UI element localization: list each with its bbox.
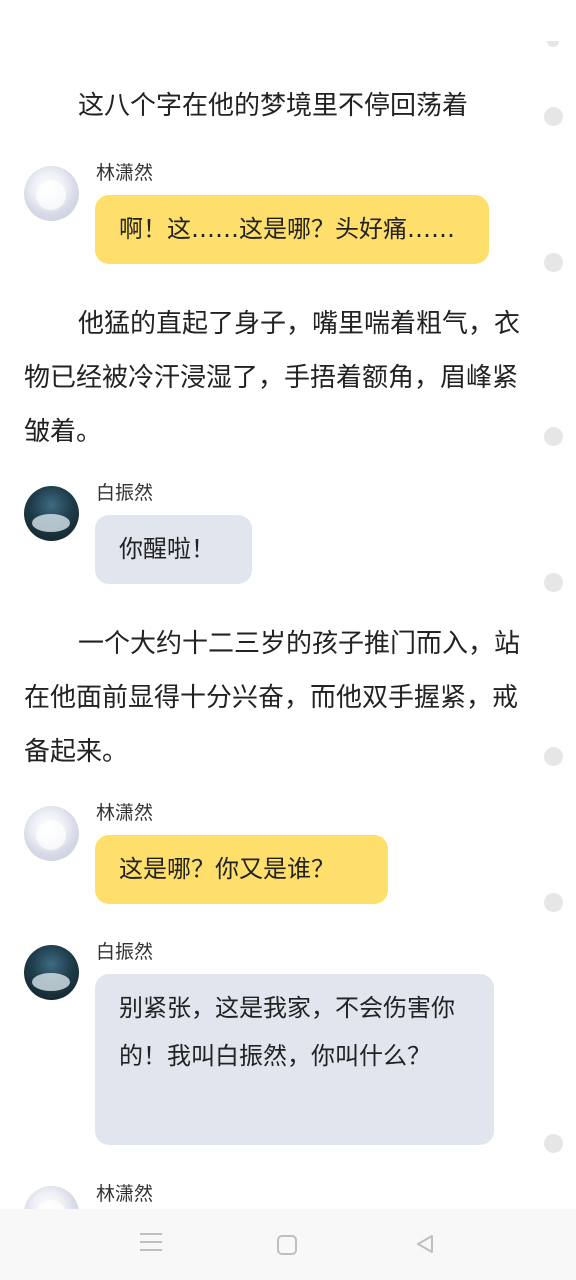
message-bubble[interactable]: 啊！这……这是哪？头好痛……	[95, 195, 489, 264]
home-icon[interactable]	[277, 1235, 297, 1255]
narration-text: 一个大约十二三岁的孩子推门而入，站在他面前显得十分兴奋，而他双手握紧，戒备起来。	[24, 629, 521, 767]
speaker-name: 白振然	[96, 482, 154, 504]
speaker-name: 林潇然	[96, 802, 154, 824]
message-bubble[interactable]: 你醒啦！	[95, 515, 252, 584]
speaker-name: 林潇然	[96, 162, 154, 184]
speaker-name: 白振然	[96, 941, 154, 963]
scroll-dot	[544, 1134, 563, 1153]
speaker-name: 林潇然	[96, 1183, 154, 1205]
avatar-lin[interactable]	[24, 166, 79, 221]
message-bubble[interactable]: 这是哪？你又是谁？	[95, 835, 388, 904]
back-icon[interactable]	[414, 1233, 436, 1255]
scroll-dot	[544, 253, 563, 272]
menu-icon[interactable]	[140, 1233, 162, 1257]
system-nav-bar	[0, 1209, 576, 1280]
narration-text: 这八个字在他的梦境里不停回荡着	[78, 91, 469, 121]
message-bubble[interactable]: 别紧张，这是我家，不会伤害你的！我叫白振然，你叫什么？	[95, 974, 494, 1145]
scroll-dot	[544, 427, 563, 446]
scroll-dot	[544, 573, 563, 592]
avatar-bai[interactable]	[24, 486, 79, 541]
scroll-dot	[547, 41, 559, 47]
scroll-dot	[544, 747, 563, 766]
narration-text: 他猛的直起了身子，嘴里喘着粗气，衣物已经被冷汗浸湿了，手捂着额角，眉峰紧皱着。	[24, 309, 521, 447]
chat-screen[interactable]: 这八个字在他的梦境里不停回荡着 林潇然 啊！这……这是哪？头好痛…… 他猛的直起…	[0, 0, 576, 1280]
scroll-dot	[544, 107, 563, 126]
avatar-lin[interactable]	[24, 806, 79, 861]
avatar-bai[interactable]	[24, 945, 79, 1000]
scroll-dot	[544, 893, 563, 912]
